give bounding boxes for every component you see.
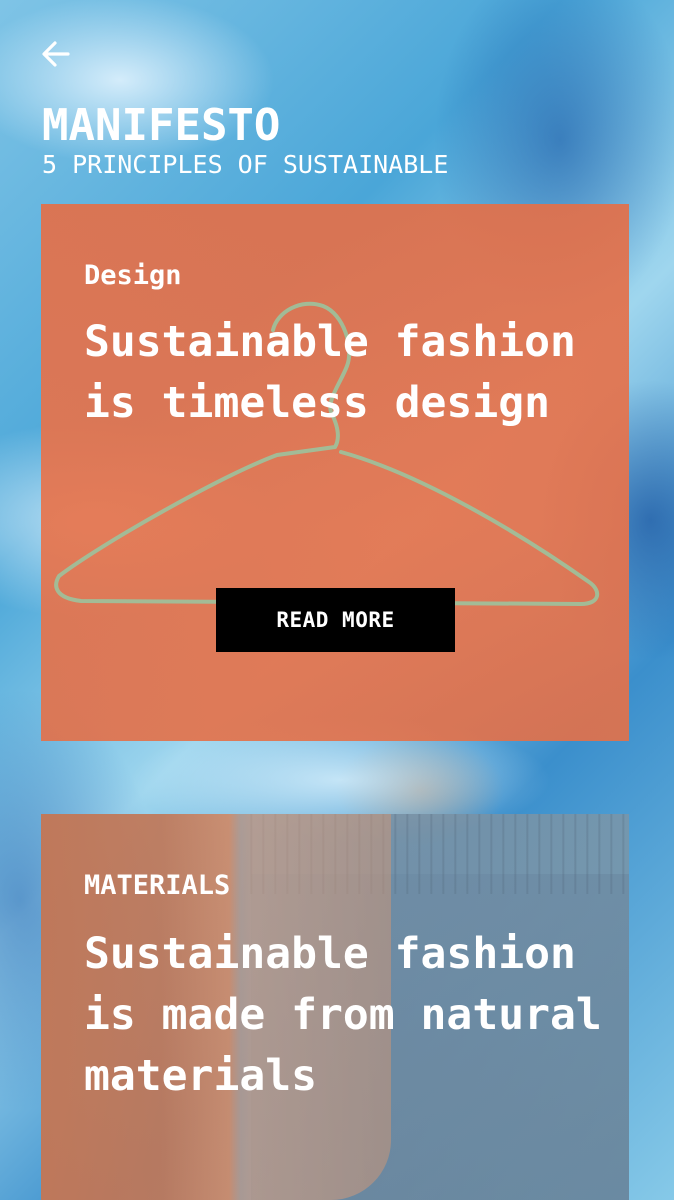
- page-title: MANIFESTO: [42, 100, 281, 151]
- manifesto-card-design[interactable]: Design Sustainable fashion is timeless d…: [41, 204, 629, 741]
- page-subtitle: 5 PRINCIPLES OF SUSTAINABLE: [42, 150, 449, 179]
- arrow-left-icon: [42, 41, 70, 67]
- card-headline: Sustainable fashion is timeless design: [84, 317, 576, 428]
- header: MANIFESTO 5 PRINCIPLES OF SUSTAINABLE: [42, 100, 448, 180]
- card-headline: Sustainable fashion is made from natural…: [84, 929, 602, 1101]
- back-button[interactable]: [36, 34, 76, 74]
- manifesto-screen: { "header": { "back_icon": "arrow-left-i…: [0, 0, 674, 1200]
- card-category: MATERIALS: [84, 870, 231, 901]
- card-category: Design: [84, 260, 182, 291]
- read-more-button[interactable]: READ MORE: [216, 588, 455, 652]
- manifesto-card-materials[interactable]: MATERIALS Sustainable fashion is made fr…: [41, 814, 629, 1200]
